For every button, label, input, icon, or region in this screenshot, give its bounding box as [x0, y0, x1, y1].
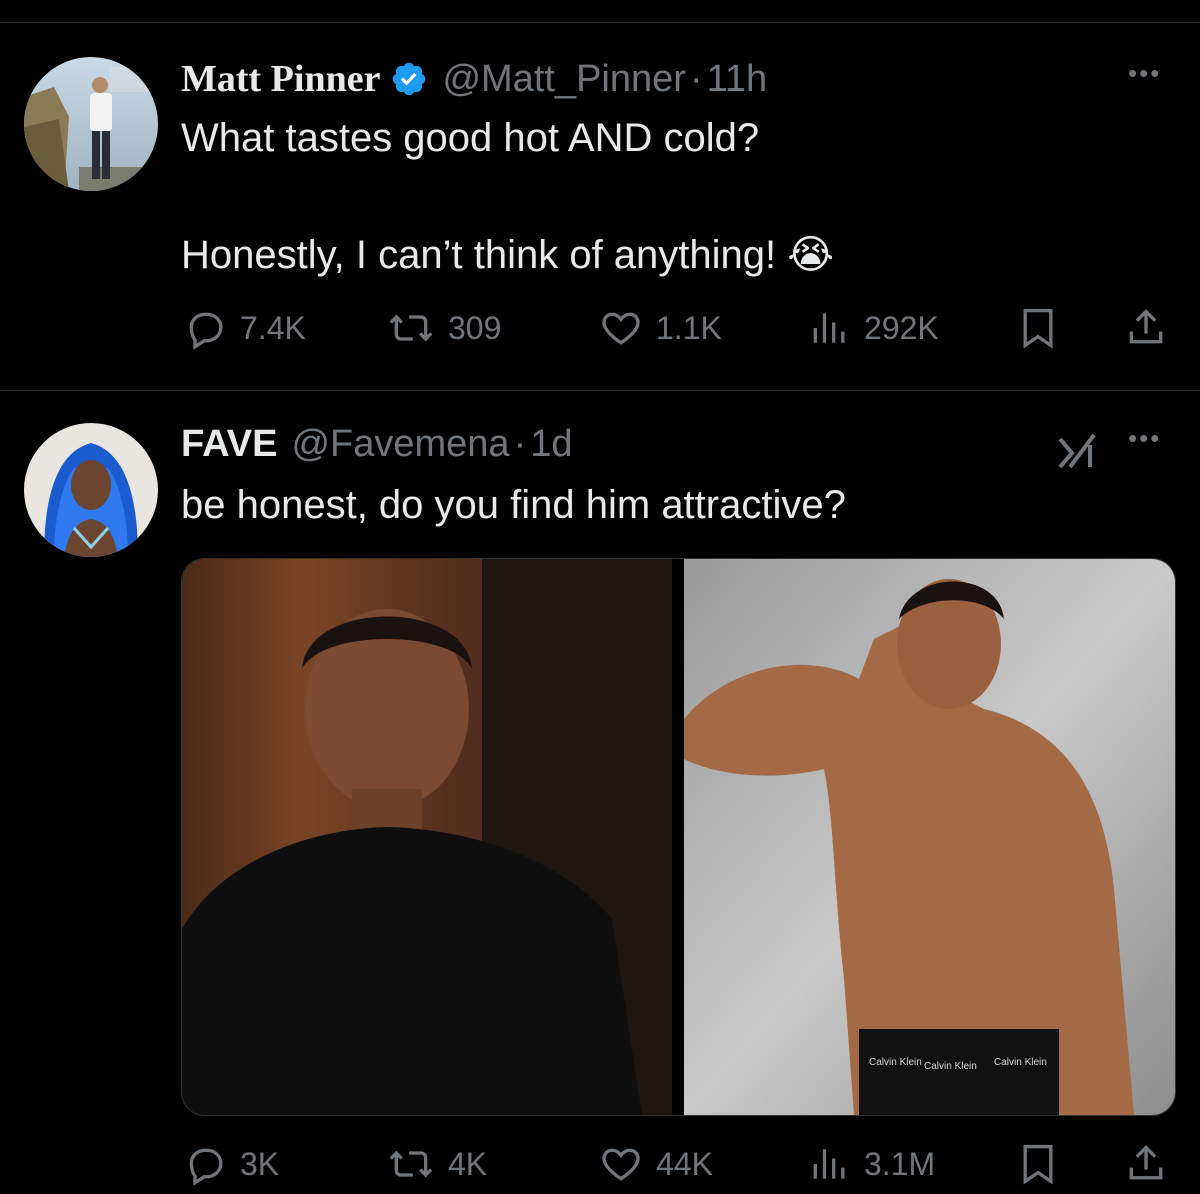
views-button[interactable]: 3.1M [808, 1134, 935, 1194]
views-icon [808, 306, 852, 350]
separator: · [513, 422, 527, 465]
share-icon [1124, 306, 1168, 350]
repost-button[interactable]: 4K [386, 1134, 487, 1194]
media-gap [672, 559, 684, 1115]
timestamp[interactable]: 1d [530, 423, 572, 466]
reply-icon [184, 306, 228, 350]
reply-count: 3K [240, 1145, 280, 1182]
tweet-text-line-2: Honestly, I can’t think of anything! 😭 [181, 233, 834, 277]
media-photo-right[interactable]: Calvin Klein Calvin Klein Calvin Klein [684, 559, 1175, 1115]
author-name[interactable]: Matt Pinner [181, 57, 380, 101]
bookmark-button[interactable] [1018, 1134, 1058, 1194]
author-name[interactable]: FAVE [181, 423, 277, 466]
tweet-text-line-1: be honest, do you find him attractive? [181, 483, 846, 527]
heart-icon [598, 306, 644, 350]
avatar[interactable] [24, 57, 158, 191]
author-line: FAVE @Favemena · 1d [181, 421, 573, 467]
bookmark-button[interactable] [1018, 298, 1058, 358]
views-count: 3.1M [864, 1145, 936, 1182]
repost-count: 309 [448, 309, 502, 346]
more-options-button[interactable]: ••• [1128, 423, 1161, 454]
more-options-button[interactable]: ••• [1128, 58, 1161, 89]
repost-count: 4K [448, 1145, 488, 1182]
media-photo-left[interactable] [182, 559, 672, 1115]
reply-button[interactable]: 7.4K [184, 298, 306, 358]
avatar[interactable] [24, 423, 158, 557]
author-handle[interactable]: @Matt_Pinner [442, 58, 685, 101]
like-button[interactable]: 44K [598, 1134, 713, 1194]
share-button[interactable] [1124, 298, 1168, 358]
reply-count: 7.4K [240, 309, 306, 346]
timestamp[interactable]: 11h [707, 58, 768, 101]
tweet-actions: 7.4K 309 1.1K 292K [0, 298, 1200, 358]
views-icon [808, 1142, 852, 1186]
tweet-matt-pinner[interactable]: Matt Pinner @Matt_Pinner · 11h ••• What … [0, 0, 1200, 390]
share-button[interactable] [1124, 1134, 1168, 1194]
bookmark-icon [1018, 306, 1058, 350]
like-count: 1.1K [656, 309, 722, 346]
views-button[interactable]: 292K [808, 298, 939, 358]
tweet-text-line-1: What tastes good hot AND cold? [181, 116, 760, 160]
tweet-actions: 3K 4K 44K 3.1M [0, 1134, 1200, 1194]
verified-badge-icon[interactable] [390, 60, 428, 98]
waistband-text-3: Calvin Klein [994, 1057, 1047, 1068]
grok-icon[interactable] [1056, 431, 1102, 471]
share-icon [1124, 1142, 1168, 1186]
waistband-text-1: Calvin Klein [869, 1057, 922, 1068]
heart-icon [598, 1142, 644, 1186]
views-count: 292K [864, 309, 939, 346]
separator: · [689, 57, 703, 100]
reply-icon [184, 1142, 228, 1186]
author-line: Matt Pinner @Matt_Pinner · 11h [181, 56, 767, 102]
bookmark-icon [1018, 1142, 1058, 1186]
repost-button[interactable]: 309 [386, 298, 501, 358]
repost-icon [386, 1142, 436, 1186]
tweet-media[interactable]: Calvin Klein Calvin Klein Calvin Klein [181, 558, 1176, 1116]
repost-icon [386, 306, 436, 350]
like-button[interactable]: 1.1K [598, 298, 722, 358]
like-count: 44K [656, 1145, 713, 1182]
reply-button[interactable]: 3K [184, 1134, 279, 1194]
author-handle[interactable]: @Favemena [291, 423, 509, 466]
waistband-text-2: Calvin Klein [924, 1061, 977, 1072]
